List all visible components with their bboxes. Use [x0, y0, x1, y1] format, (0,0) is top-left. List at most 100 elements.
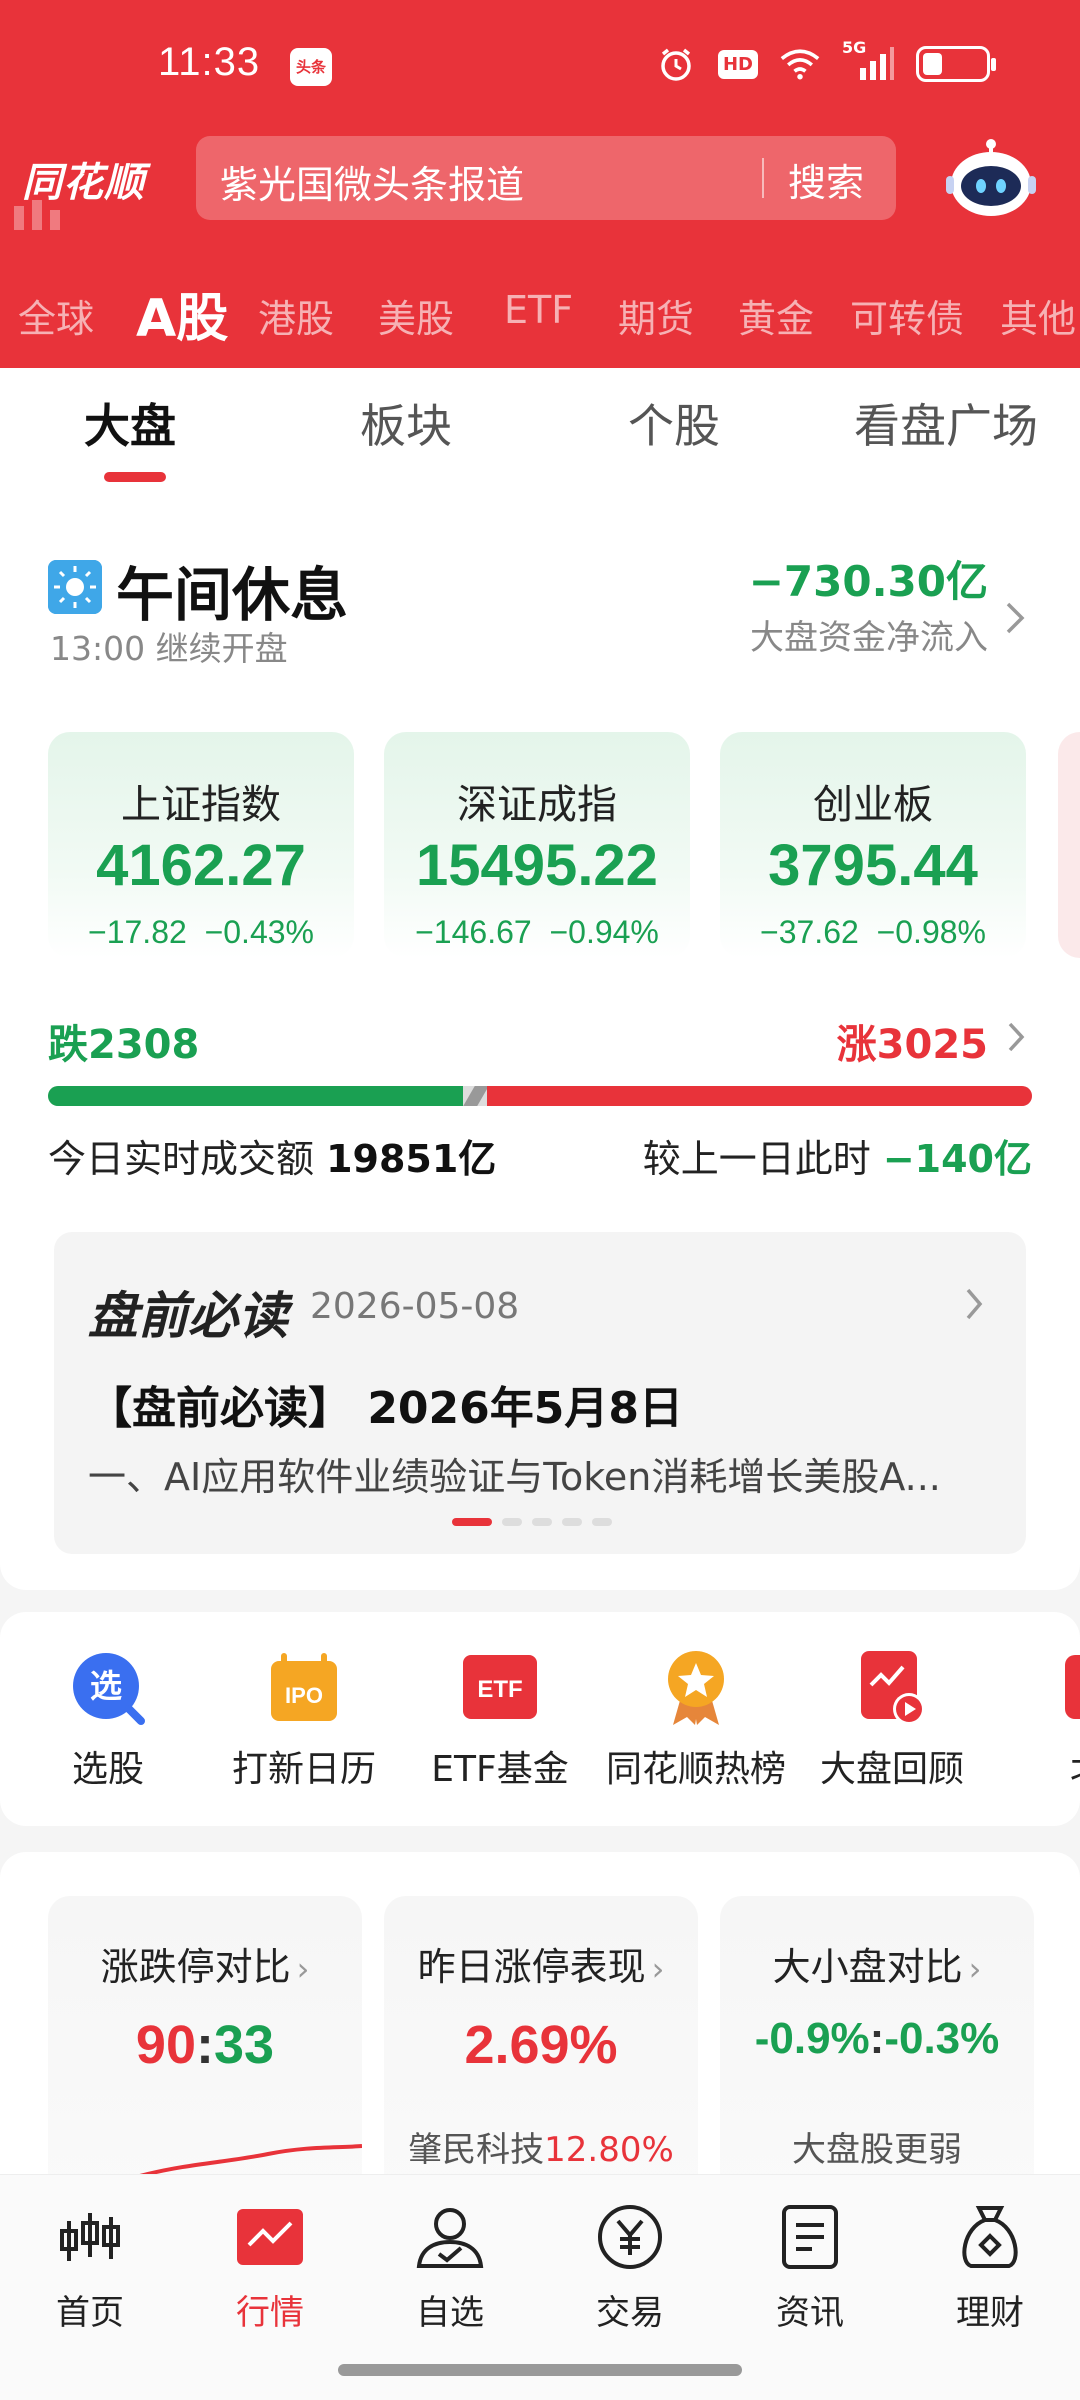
market-tab-convertible[interactable]: 可转债	[850, 288, 964, 343]
market-tab-a-share[interactable]: A股	[136, 276, 228, 351]
index-card-chinext[interactable]: 创业板 3795.44 −37.62 −0.98%	[720, 732, 1026, 958]
index-change-pct: −0.98%	[876, 914, 986, 950]
index-name: 深证成指	[457, 782, 617, 828]
net-flow-label[interactable]: 大盘资金净流入	[750, 610, 988, 659]
carousel-dot	[562, 1518, 582, 1526]
candlestick-icon	[54, 2201, 126, 2273]
news-date: 2026-05-08	[310, 1286, 520, 1327]
index-cards: 上证指数 4162.27 −17.82 −0.43% 深证成指 15495.22…	[0, 732, 1080, 962]
status-icons: HD 5G	[656, 38, 996, 84]
market-tab-hk[interactable]: 港股	[258, 288, 334, 343]
svg-text:ETF: ETF	[477, 1676, 522, 1703]
market-tab-other[interactable]: 其他	[1000, 288, 1076, 343]
value-separator: :	[869, 2014, 885, 2063]
tool-etf-fund[interactable]: ETF ETF基金	[400, 1652, 600, 1792]
market-chart-icon	[234, 2201, 306, 2273]
turnover-compare: 较上一日此时 −140亿	[643, 1128, 1032, 1183]
signal-5g-icon: 5G	[842, 38, 894, 84]
wifi-icon	[780, 44, 820, 84]
index-card-shanghai[interactable]: 上证指数 4162.27 −17.82 −0.43%	[48, 732, 354, 958]
market-tab-futures[interactable]: 期货	[618, 288, 694, 343]
market-status-subtitle: 13:00 继续开盘	[50, 629, 288, 668]
search-box[interactable]: 紫光国微头条报道 搜索	[196, 136, 896, 220]
news-snippet[interactable]: 一、AI应用软件业绩验证与Token消耗增长美股A...	[88, 1446, 998, 1501]
index-card-next-peek[interactable]	[1058, 732, 1080, 958]
tab-sectors[interactable]: 板块	[360, 390, 452, 456]
market-breadth[interactable]: 跌2308 涨3025	[0, 1012, 1080, 1132]
robot-icon[interactable]	[946, 136, 1036, 220]
carousel-dot	[532, 1518, 552, 1526]
search-button[interactable]: 搜索	[788, 152, 864, 207]
tool-northbound[interactable]: 北	[988, 1652, 1080, 1792]
market-tab-gold[interactable]: 黄金	[738, 288, 814, 343]
index-change-abs: −37.62	[760, 914, 859, 950]
stat-card-title: 昨日涨停表现 ›	[384, 1936, 698, 1991]
nav-label: 交易	[596, 2293, 664, 2333]
app-header: 11:33 头条 HD 5G 同花顺 紫光国微头条报道 搜索 全球 A股 港股 …	[0, 0, 1080, 368]
market-tab-etf[interactable]: ETF	[504, 288, 573, 332]
tool-hot-list[interactable]: 同花顺热榜	[596, 1651, 796, 1792]
index-name: 创业板	[813, 782, 933, 828]
nav-trade[interactable]: 交易	[540, 2201, 720, 2334]
large-cap-change: -0.9%	[754, 2014, 870, 2063]
sun-icon	[48, 560, 102, 614]
limit-up-count: 90	[135, 2015, 196, 2075]
turnover-label-text: 今日实时成交额	[48, 1137, 315, 1181]
battery-level	[923, 53, 942, 75]
tab-stocks[interactable]: 个股	[628, 390, 720, 456]
nav-label: 资讯	[776, 2293, 844, 2333]
stat-card-yesterday-limit[interactable]: 昨日涨停表现 › 2.69% 肇民科技12.80%	[384, 1896, 698, 2216]
stat-card-sub: 肇民科技12.80%	[384, 2122, 698, 2171]
alarm-icon	[656, 44, 696, 84]
stat-card-title-text: 大小盘对比	[772, 1945, 963, 1989]
nav-label: 自选	[416, 2293, 484, 2333]
news-title[interactable]: 【盘前必读】 2026年5月8日	[88, 1372, 683, 1436]
chevron-right-icon[interactable]	[1000, 598, 1030, 638]
index-change-abs: −146.67	[415, 914, 532, 950]
stat-card-sub: 大盘股更弱	[792, 2130, 962, 2170]
stat-card-limit-compare[interactable]: 涨跌停对比 › 90:33	[48, 1896, 362, 2216]
breadth-bar-fall	[48, 1086, 463, 1106]
net-flow-value[interactable]: −730.30亿	[749, 548, 988, 609]
hot-list-icon	[657, 1651, 735, 1725]
stat-card-title: 涨跌停对比 ›	[48, 1936, 362, 1991]
market-tab-global[interactable]: 全球	[18, 288, 94, 343]
svg-text:IPO: IPO	[285, 1683, 323, 1708]
nav-label: 理财	[956, 2293, 1024, 2333]
tool-label: 北	[988, 1740, 1080, 1792]
stat-card-title: 大小盘对比 ›	[720, 1936, 1034, 1991]
search-divider	[762, 158, 764, 198]
index-card-shenzhen[interactable]: 深证成指 15495.22 −146.67 −0.94%	[384, 732, 690, 958]
limit-down-count: 33	[213, 2015, 275, 2075]
chevron-right-icon[interactable]	[1002, 1018, 1030, 1056]
stock-picker-icon: 选	[69, 1652, 147, 1725]
nav-wealth[interactable]: 理财	[900, 2201, 1080, 2334]
chevron-right-icon: ›	[651, 1950, 665, 1988]
nav-home[interactable]: 首页	[0, 2201, 180, 2334]
market-overview-panel: 大盘 板块 个股 看盘广场 午间休息 13:00 继续开盘 −730.30亿 大…	[0, 368, 1080, 1590]
carousel-dot	[592, 1518, 612, 1526]
search-input[interactable]: 紫光国微头条报道	[220, 154, 524, 209]
tool-ipo-calendar[interactable]: IPO 打新日历	[204, 1652, 404, 1792]
chevron-right-icon: ›	[296, 1950, 310, 1988]
nav-label: 首页	[56, 2293, 124, 2333]
hd-voice-icon: HD	[717, 49, 758, 79]
market-tab-us[interactable]: 美股	[378, 288, 454, 343]
nav-news[interactable]: 资讯	[720, 2201, 900, 2334]
premarket-news-card[interactable]: 盘前必读 2026-05-08 【盘前必读】 2026年5月8日 一、AI应用软…	[54, 1232, 1026, 1554]
nav-watchlist[interactable]: 自选	[360, 2201, 540, 2334]
watchlist-user-icon	[414, 2201, 486, 2273]
tool-stock-picker[interactable]: 选 选股	[8, 1652, 208, 1792]
home-indicator[interactable]	[338, 2364, 742, 2376]
stat-card-value: -0.9%:-0.3%	[720, 2014, 1034, 2064]
tab-market-square[interactable]: 看盘广场	[854, 390, 1038, 456]
stat-card-cap-compare[interactable]: 大小盘对比 › -0.9%:-0.3% 大盘股更弱	[720, 1896, 1034, 2216]
chevron-right-icon: ›	[968, 1950, 982, 1988]
tab-market[interactable]: 大盘	[84, 390, 176, 456]
chevron-right-icon[interactable]	[960, 1284, 988, 1324]
tool-market-review[interactable]: 大盘回顾	[792, 1651, 992, 1792]
stat-card-value: 90:33	[48, 2014, 362, 2076]
nav-market[interactable]: 行情	[180, 2201, 360, 2334]
news-brand: 盘前必读	[88, 1287, 288, 1345]
market-review-icon	[853, 1651, 931, 1725]
